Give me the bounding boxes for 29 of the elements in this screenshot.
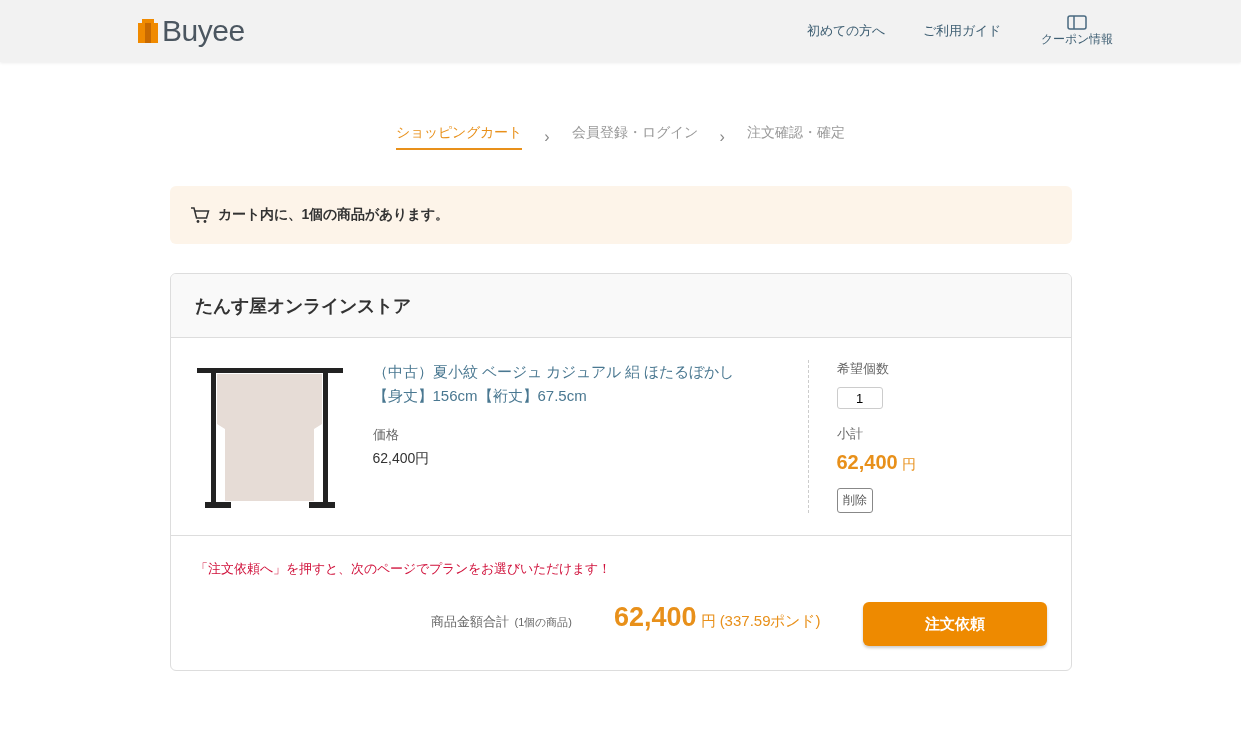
cart-icon	[189, 206, 210, 224]
checkout-step: 注文確認・確定	[746, 124, 845, 150]
store-name: たんす屋オンラインストア	[194, 294, 411, 318]
total-label: 商品金額合計	[430, 613, 509, 631]
order-note: 「注文依頼へ」を押すと、次のページでプランをお選びいただけます！	[194, 560, 612, 578]
quantity-label: 希望個数	[836, 360, 889, 378]
box-logo-icon	[136, 17, 160, 45]
header-link[interactable]: ご利用ガイド	[923, 22, 1001, 40]
currency-unit: 円	[901, 456, 916, 474]
checkout-step: 会員登録・ログイン	[571, 124, 698, 150]
coupon-link[interactable]: クーポン情報	[1041, 14, 1113, 48]
book-icon	[1067, 14, 1087, 30]
item-price: 62,400円	[372, 450, 431, 468]
total-amount: 62,400	[614, 602, 697, 633]
header-link[interactable]: 初めての方へ	[807, 22, 885, 40]
cart-notice-text: カート内に、1個の商品があります。	[217, 206, 450, 224]
currency-unit: 円	[700, 612, 716, 631]
checkout-step: ショッピングカート	[396, 124, 523, 150]
item-title-link[interactable]: （中古）夏小紋 ベージュ カジュアル 絽 ほたるぼかし【身丈】156cm【裄丈】67.5cm	[372, 360, 745, 408]
price-label: 価格	[372, 426, 400, 444]
site-logo[interactable]: Buyee	[162, 14, 245, 48]
subtotal-amount: 62,400	[836, 451, 898, 474]
chevron-icon: ›	[544, 128, 550, 146]
total-item-count: (1個の商品)	[514, 615, 573, 630]
subtotal-label: 小計	[836, 425, 863, 443]
chevron-icon: ›	[719, 128, 725, 146]
delete-button[interactable]: 削除	[836, 488, 873, 513]
converted-total: (337.59ポンド)	[719, 612, 821, 631]
quantity-input[interactable]: 1	[836, 387, 883, 409]
